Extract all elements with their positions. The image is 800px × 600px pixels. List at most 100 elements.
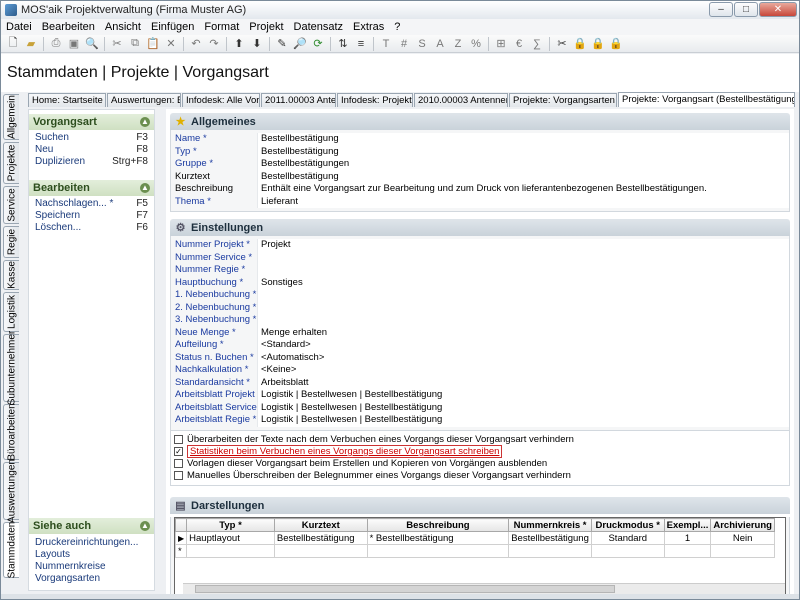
table-cell[interactable]: Nein bbox=[710, 531, 775, 545]
vtab-service[interactable]: Service bbox=[3, 186, 19, 224]
tool-percent-icon[interactable]: % bbox=[467, 36, 485, 52]
section-header-siehe-auch[interactable]: Siehe auch ▲ bbox=[29, 518, 154, 534]
minimize-button[interactable]: – bbox=[709, 2, 733, 17]
field-label[interactable]: Thema * bbox=[171, 196, 257, 209]
checkbox-box[interactable]: ✓ bbox=[174, 447, 183, 456]
delete-icon[interactable]: ✕ bbox=[162, 36, 180, 52]
section-header-bearbeiten[interactable]: Bearbeiten ▲ bbox=[29, 180, 154, 196]
task-nachschlagen[interactable]: Nachschlagen... * F5 bbox=[29, 198, 154, 210]
doctab-vorgangsarten[interactable]: Projekte: Vorgangsarten bbox=[509, 93, 617, 107]
link-nummernkreise[interactable]: Nummernkreise bbox=[29, 561, 154, 573]
undo-icon[interactable]: ↶ bbox=[187, 36, 205, 52]
vtab-logistik[interactable]: Logistik bbox=[3, 292, 19, 332]
checkbox-box[interactable] bbox=[174, 471, 183, 480]
tool-t-icon[interactable]: T bbox=[377, 36, 395, 52]
checkbox-box[interactable] bbox=[174, 459, 183, 468]
field-value[interactable] bbox=[257, 289, 789, 302]
paste-icon[interactable]: 📋 bbox=[144, 36, 162, 52]
table-cell[interactable] bbox=[590, 544, 665, 558]
field-value[interactable]: Logistik | Bestellwesen | Bestellbestäti… bbox=[257, 401, 789, 414]
field-value[interactable]: Bestellbestätigungen bbox=[257, 158, 789, 171]
field-label[interactable]: Nachkalkulation * bbox=[171, 364, 257, 377]
menu-help[interactable]: ? bbox=[389, 21, 405, 33]
table-cell[interactable]: * Bestellbestätigung bbox=[366, 531, 510, 545]
field-value[interactable]: Logistik | Bestellwesen | Bestellbestäti… bbox=[257, 389, 789, 402]
vtab-subunternehmer[interactable]: Subunternehmer bbox=[3, 331, 19, 405]
field-label[interactable]: Typ * bbox=[171, 146, 257, 159]
field-value[interactable]: Bestellbestätigung bbox=[257, 170, 789, 183]
field-label[interactable]: Aufteilung * bbox=[171, 339, 257, 352]
pen-icon[interactable]: ✎ bbox=[273, 36, 291, 52]
task-neu[interactable]: Neu F8 bbox=[29, 144, 154, 156]
field-value[interactable] bbox=[257, 251, 789, 264]
menu-datensatz[interactable]: Datensatz bbox=[289, 21, 349, 33]
field-value[interactable]: <Automatisch> bbox=[257, 351, 789, 364]
option-checkbox[interactable]: Vorlagen dieser Vorgangsart beim Erstell… bbox=[174, 458, 786, 470]
table-cell[interactable] bbox=[710, 544, 775, 558]
vtab-regie[interactable]: Regie bbox=[3, 226, 19, 258]
doctab-vorgangsart-bestellbestaetigung[interactable]: Projekte: Vorgangsart (Bestellbestätigun… bbox=[618, 92, 795, 107]
doctab-2010-00003[interactable]: 2010.00003 Antennen bbox=[414, 93, 508, 107]
formula-icon[interactable]: ∑ bbox=[528, 36, 546, 52]
field-value[interactable]: Menge erhalten bbox=[257, 326, 789, 339]
maximize-button[interactable]: □ bbox=[734, 2, 758, 17]
link-druckereinrichtungen[interactable]: Druckereinrichtungen... bbox=[29, 537, 154, 549]
collapse-icon[interactable]: ▲ bbox=[140, 521, 150, 531]
field-value[interactable]: Lieferant bbox=[257, 195, 789, 208]
field-label[interactable]: 2. Nebenbuchung * bbox=[171, 302, 257, 315]
field-label[interactable]: Arbeitsblatt Regie * bbox=[171, 414, 257, 427]
tool-z-icon[interactable]: Z bbox=[449, 36, 467, 52]
menu-ansicht[interactable]: Ansicht bbox=[100, 21, 146, 33]
column-header[interactable]: Beschreibung bbox=[366, 518, 510, 532]
move-down-icon[interactable]: ⬇ bbox=[248, 36, 266, 52]
cut-icon[interactable]: ✂ bbox=[108, 36, 126, 52]
filter-icon[interactable]: ≡ bbox=[352, 36, 370, 52]
open-folder-icon[interactable]: ▰ bbox=[22, 36, 40, 52]
lock-red-icon[interactable]: 🔒 bbox=[607, 36, 625, 52]
field-value[interactable]: Enthält eine Vorgangsart zur Bearbeitung… bbox=[257, 183, 789, 196]
link-vorgangsarten[interactable]: Vorgangsarten bbox=[29, 573, 154, 585]
close-button[interactable]: ✕ bbox=[759, 2, 797, 17]
option-checkbox[interactable]: Überarbeiten der Texte nach dem Verbuche… bbox=[174, 434, 786, 446]
vtab-auswertungen[interactable]: Auswertungen bbox=[3, 459, 19, 523]
menu-extras[interactable]: Extras bbox=[348, 21, 389, 33]
calc-icon[interactable]: ⊞ bbox=[492, 36, 510, 52]
group-header[interactable]: ⚙ Einstellungen bbox=[170, 219, 790, 236]
tools-icon[interactable]: ✂ bbox=[553, 36, 571, 52]
table-cell[interactable] bbox=[366, 544, 510, 558]
lock-yellow-icon[interactable]: 🔒 bbox=[589, 36, 607, 52]
column-header[interactable]: Kurztext bbox=[273, 518, 368, 532]
tool-hash-icon[interactable]: # bbox=[395, 36, 413, 52]
checkbox-box[interactable] bbox=[174, 435, 183, 444]
doctab-2011-00003[interactable]: 2011.00003 Anten bbox=[261, 93, 336, 107]
column-header[interactable]: Druckmodus * bbox=[590, 518, 665, 532]
menu-einfuegen[interactable]: Einfügen bbox=[146, 21, 199, 33]
field-label[interactable]: Status n. Buchen * bbox=[171, 352, 257, 365]
tool-s-icon[interactable]: S bbox=[413, 36, 431, 52]
find-icon[interactable]: 🔎 bbox=[291, 36, 309, 52]
menu-bearbeiten[interactable]: Bearbeiten bbox=[37, 21, 100, 33]
table-cell[interactable] bbox=[186, 544, 275, 558]
task-loeschen[interactable]: Löschen... F6 bbox=[29, 222, 154, 234]
option-checkbox[interactable]: Manuelles Überschreiben der Belegnummer … bbox=[174, 470, 786, 482]
field-value[interactable]: Logistik | Bestellwesen | Bestellbestäti… bbox=[257, 414, 789, 427]
table-cell[interactable] bbox=[273, 544, 368, 558]
collapse-icon[interactable]: ▲ bbox=[140, 117, 150, 127]
menu-format[interactable]: Format bbox=[199, 21, 244, 33]
doctab-auswertungen[interactable]: Auswertungen: Be bbox=[107, 93, 181, 107]
menu-datei[interactable]: Datei bbox=[1, 21, 37, 33]
collapse-icon[interactable]: ▲ bbox=[140, 183, 150, 193]
field-value[interactable]: Bestellbestätigung bbox=[257, 133, 789, 146]
new-row[interactable]: * bbox=[174, 544, 775, 558]
page-preview-icon[interactable]: 🔍 bbox=[83, 36, 101, 52]
task-speichern[interactable]: Speichern F7 bbox=[29, 210, 154, 222]
column-header[interactable]: Nummernkreis * bbox=[508, 518, 592, 532]
group-header[interactable]: ▤ Darstellungen bbox=[170, 497, 790, 514]
table-cell[interactable]: Standard bbox=[590, 531, 665, 545]
field-label[interactable]: Nummer Projekt * bbox=[171, 239, 257, 252]
table-cell[interactable]: Bestellbestätigung bbox=[508, 531, 592, 545]
vtab-projekte[interactable]: Projekte bbox=[3, 142, 19, 184]
table-cell[interactable]: Hauptlayout bbox=[186, 531, 275, 545]
doctab-home[interactable]: Home: Startseite bbox=[28, 93, 106, 107]
field-value[interactable]: Arbeitsblatt bbox=[257, 376, 789, 389]
